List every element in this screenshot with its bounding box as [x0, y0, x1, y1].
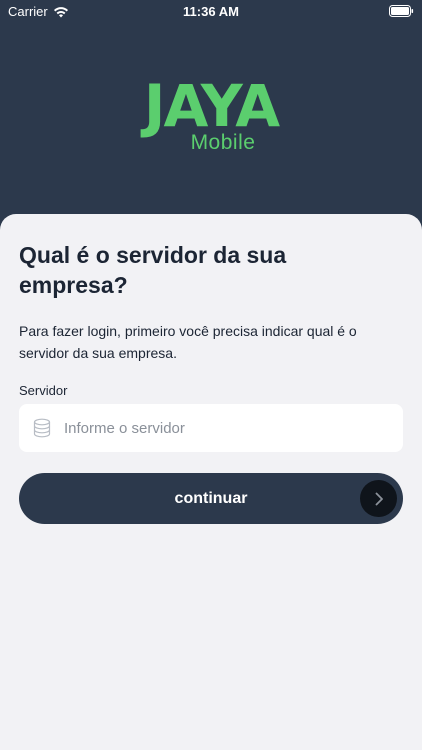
- continue-arrow-circle: [360, 480, 397, 517]
- page-title: Qual é o servidor da sua empresa?: [19, 242, 287, 298]
- logo-wordmark: JAYA: [143, 72, 280, 140]
- server-input[interactable]: [64, 419, 364, 437]
- chevron-right-icon: [375, 492, 383, 505]
- continue-button[interactable]: continuar: [19, 473, 403, 524]
- status-battery-group: [389, 5, 414, 20]
- continue-button-label: continuar: [174, 489, 248, 507]
- battery-icon: [389, 5, 414, 17]
- status-bar: Carrier 11:36 AM: [0, 0, 422, 24]
- server-field-label: Servidor: [19, 383, 68, 398]
- server-input-container[interactable]: [19, 404, 403, 452]
- page-description: Para fazer login, primeiro você precisa …: [19, 323, 357, 361]
- database-icon: [33, 418, 51, 438]
- login-server-screen: Carrier 11:36 AM JAYA Mobile Qual é o se…: [0, 0, 422, 750]
- server-form-card: Qual é o servidor da sua empresa? Para f…: [0, 214, 422, 750]
- status-time: 11:36 AM: [183, 4, 239, 19]
- logo-subtitle: Mobile: [190, 131, 256, 154]
- jaya-mobile-logo: JAYA Mobile: [0, 72, 422, 154]
